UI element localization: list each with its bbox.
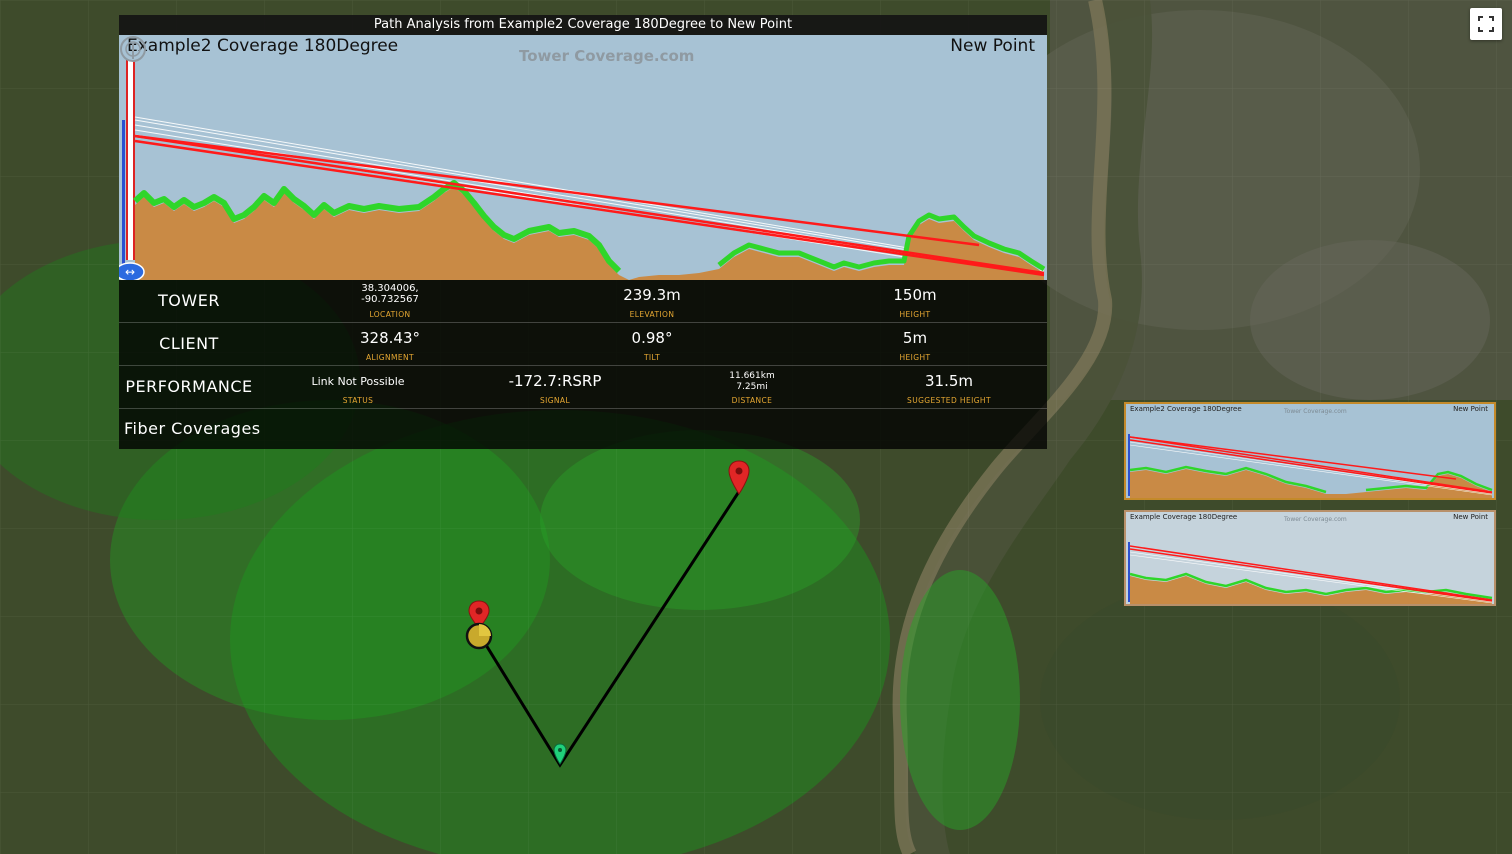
path-thumbnail-1[interactable]: Example2 Coverage 180Degree Tower Covera… xyxy=(1124,402,1496,500)
client-tilt-value: 0.98° xyxy=(631,329,673,347)
performance-signal-cell: -172.7:RSRP SIGNAL xyxy=(465,369,645,405)
thumbnail-to-label: New Point xyxy=(1453,513,1488,521)
fullscreen-button[interactable] xyxy=(1470,8,1502,40)
client-tilt-cell: 0.98° TILT xyxy=(562,326,742,362)
tower-mast-base xyxy=(122,120,125,265)
fiber-coverages-row[interactable]: Fiber Coverages xyxy=(119,409,1047,449)
performance-suggested-height-value: 31.5m xyxy=(924,372,973,390)
red-map-pin-icon[interactable] xyxy=(728,460,750,496)
tower-location-key: LOCATION xyxy=(369,310,411,319)
tower-logo-icon xyxy=(120,36,146,62)
performance-row: PERFORMANCE Link Not Possible STATUS -17… xyxy=(119,366,1047,409)
row-label-client: CLIENT xyxy=(159,334,219,353)
client-height-key: HEIGHT xyxy=(899,353,931,362)
row-label-performance: PERFORMANCE xyxy=(125,377,253,396)
client-alignment-key: ALIGNMENT xyxy=(366,353,414,362)
path-thumbnail-2[interactable]: Example Coverage 180Degree Tower Coverag… xyxy=(1124,510,1496,606)
thumbnail-profile xyxy=(1128,542,1493,604)
thumbnail-to-label: New Point xyxy=(1453,405,1488,413)
tower-mast-stripe xyxy=(126,60,128,260)
tower-height-key: HEIGHT xyxy=(899,310,931,319)
distance-mi: 7.25mi xyxy=(736,382,768,392)
to-site-label: New Point xyxy=(950,36,1035,56)
performance-distance-value: 11.661km 7.25mi xyxy=(662,369,842,394)
performance-signal-key: SIGNAL xyxy=(539,396,571,405)
performance-suggested-height-key: SUGGESTED HEIGHT xyxy=(907,396,991,405)
performance-distance-key: DISTANCE xyxy=(731,396,773,405)
performance-status-key: STATUS xyxy=(342,396,374,405)
client-alignment-cell: 328.43° ALIGNMENT xyxy=(300,326,480,362)
panel-title: Path Analysis from Example2 Coverage 180… xyxy=(119,15,1047,35)
drag-handle-icon[interactable]: ↔ xyxy=(119,262,145,280)
client-tilt-key: TILT xyxy=(643,353,661,362)
thumbnail-watermark: Tower Coverage.com xyxy=(1284,516,1347,523)
from-site-label: Example2 Coverage 180Degree xyxy=(127,36,399,56)
row-label-tower: TOWER xyxy=(158,291,220,310)
thumbnail-watermark: Tower Coverage.com xyxy=(1284,408,1347,415)
tower-location-cell: 38.304006, -90.732567 LOCATION xyxy=(300,283,480,319)
thumbnail-from-label: Example2 Coverage 180Degree xyxy=(1130,405,1242,413)
yellow-circle-marker-icon[interactable] xyxy=(464,621,494,651)
elevation-profile: ↔ Example2 Coverage 180Degree New Point … xyxy=(119,35,1047,280)
path-analysis-panel: Path Analysis from Example2 Coverage 180… xyxy=(119,15,1047,449)
performance-status-value: Link Not Possible xyxy=(311,375,405,388)
profile-chart: ↔ xyxy=(119,60,1046,280)
performance-distance-cell: 11.661km 7.25mi DISTANCE xyxy=(662,369,842,405)
tower-height-value: 150m xyxy=(893,286,937,304)
tower-row: TOWER 38.304006, -90.732567 LOCATION 239… xyxy=(119,280,1047,323)
client-height-value: 5m xyxy=(902,329,928,347)
performance-signal-value: -172.7:RSRP xyxy=(508,372,602,390)
tower-elevation-cell: 239.3m ELEVATION xyxy=(562,283,742,319)
watermark-text: Tower Coverage.com xyxy=(519,47,695,65)
distance-km: 11.661km xyxy=(729,371,775,381)
tower-elevation-key: ELEVATION xyxy=(629,310,675,319)
performance-status-cell: Link Not Possible STATUS xyxy=(268,369,448,405)
client-height-cell: 5m HEIGHT xyxy=(825,326,1005,362)
fullscreen-icon xyxy=(1478,16,1494,32)
thumbnail-profile xyxy=(1128,434,1493,498)
tower-elevation-value: 239.3m xyxy=(623,286,681,304)
performance-suggested-height-cell: 31.5m SUGGESTED HEIGHT xyxy=(859,369,1039,405)
fiber-coverages-label[interactable]: Fiber Coverages xyxy=(124,419,261,438)
green-map-pin-icon[interactable] xyxy=(553,743,567,765)
tower-location-value: 38.304006, -90.732567 xyxy=(361,283,419,305)
link-stats-table: TOWER 38.304006, -90.732567 LOCATION 239… xyxy=(119,280,1047,449)
client-alignment-value: 328.43° xyxy=(360,329,420,347)
tower-mast-stripe xyxy=(133,60,135,260)
svg-text:↔: ↔ xyxy=(125,265,135,279)
thumbnail-from-label: Example Coverage 180Degree xyxy=(1130,513,1238,521)
tower-height-cell: 150m HEIGHT xyxy=(825,283,1005,319)
client-row: CLIENT 328.43° ALIGNMENT 0.98° TILT 5m H… xyxy=(119,323,1047,366)
